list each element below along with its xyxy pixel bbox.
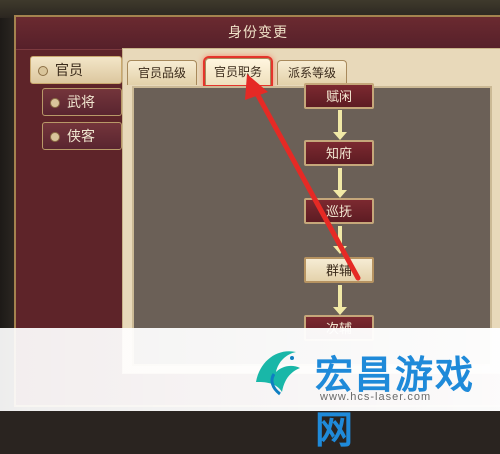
dragon-logo-icon (256, 351, 300, 396)
watermark-url: www.hcs-laser.com (320, 391, 432, 403)
